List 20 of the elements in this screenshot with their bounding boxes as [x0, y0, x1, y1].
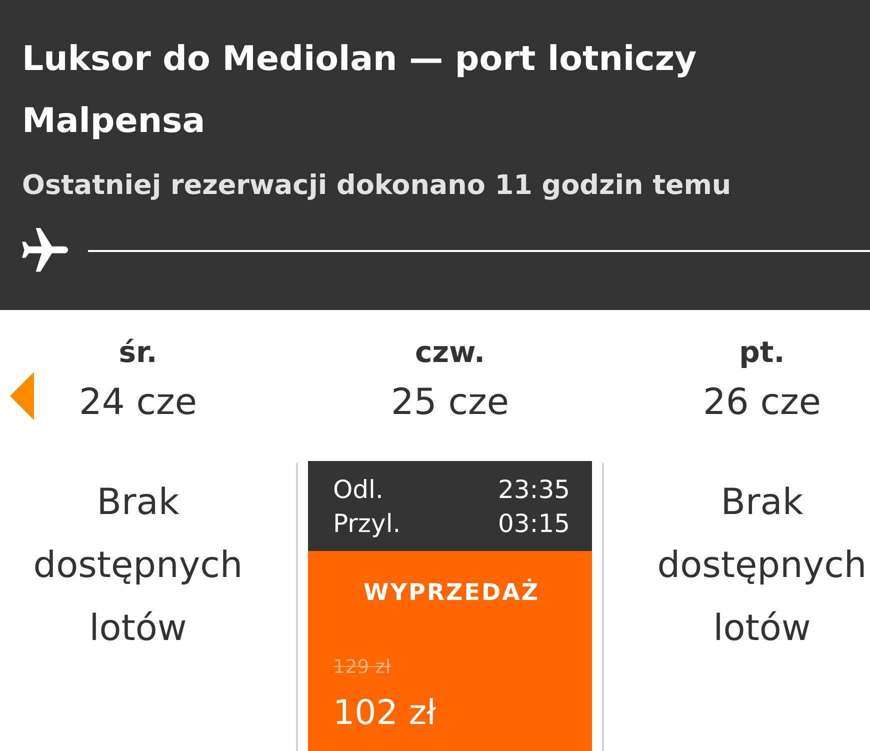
no-flights-message: Brak dostępnych lotów	[657, 481, 867, 651]
weekday-label: czw.	[414, 334, 486, 370]
flight-card[interactable]: Odl. 23:35 Przyl. 03:15 WYPRZEDAŻ 129 zł 102 zł	[308, 461, 592, 751]
arrival-time: 03:15	[498, 508, 570, 540]
date-label: 25 cze	[390, 381, 510, 425]
departure-time: 23:35	[498, 474, 570, 506]
date-label: 24 cze	[78, 381, 198, 425]
weekday-label: śr.	[118, 334, 158, 370]
departure-label: Odl.	[333, 474, 384, 506]
route-title: Luksor do Mediolan — port lotniczy Malpensa	[22, 38, 698, 143]
last-booking-note: Ostatniej rezerwacji dokonano 11 godzin temu	[22, 169, 732, 203]
weekday-label: pt.	[739, 334, 785, 370]
date-label: 26 cze	[702, 381, 822, 425]
price: 102 zł	[333, 692, 438, 735]
sale-label: WYPRZEDAŻ	[362, 578, 541, 608]
airplane-icon	[22, 228, 68, 274]
caret-left-icon[interactable]	[10, 372, 34, 420]
old-price: 129 zł	[333, 655, 392, 680]
arrival-label: Przyl.	[333, 508, 401, 540]
no-flights-message: Brak dostępnych lotów	[33, 481, 243, 651]
